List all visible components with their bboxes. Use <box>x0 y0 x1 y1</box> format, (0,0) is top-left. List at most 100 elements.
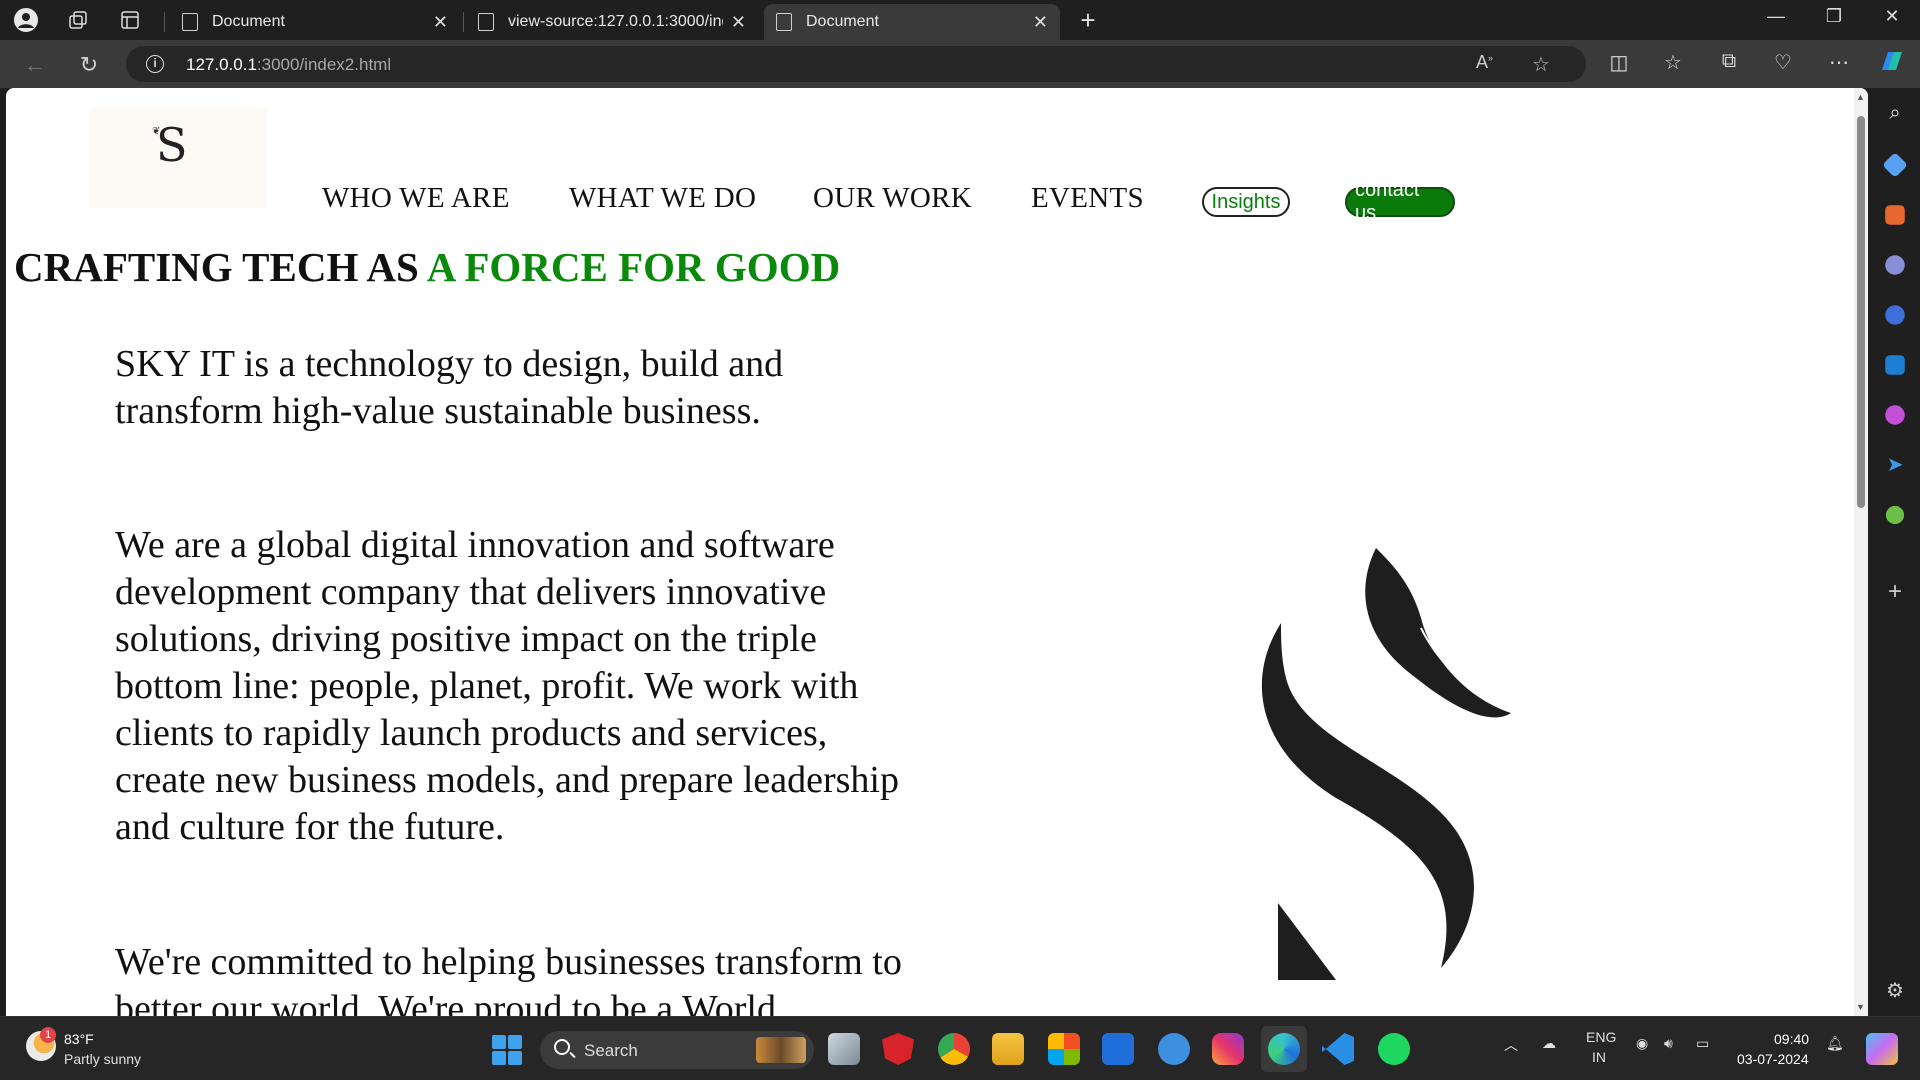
onedrive-icon[interactable]: ☁ <box>1542 1035 1556 1052</box>
workspaces-icon[interactable] <box>64 6 92 34</box>
favorite-star-icon[interactable]: ☆ <box>1532 52 1550 77</box>
notification-bell-icon[interactable]: 🔔︎ <box>1826 1035 1844 1052</box>
page-viewport: S ❦ WHO WE ARE WHAT WE DO OUR WORK EVENT… <box>6 88 1868 1016</box>
scrollbar-thumb[interactable] <box>1857 116 1865 508</box>
tab-document-1[interactable]: Document ✕ <box>170 4 460 40</box>
profile-icon[interactable] <box>12 6 40 34</box>
weather-temperature[interactable]: 83°F <box>64 1031 94 1047</box>
page-icon <box>478 13 494 31</box>
sidebar-settings-icon[interactable]: ⚙ <box>1882 978 1908 1004</box>
site-info-icon[interactable]: i <box>146 55 164 73</box>
logo-letter: S <box>156 118 188 172</box>
scroll-up-arrow-icon[interactable]: ▲ <box>1856 92 1865 102</box>
url-text[interactable]: 127.0.0.1:3000/index2.html <box>186 55 391 75</box>
myhp-icon[interactable] <box>1102 1033 1134 1065</box>
address-bar: ← ↻ i 127.0.0.1:3000/index2.html A» ☆ ◫ … <box>0 40 1920 88</box>
vertical-tabs-icon[interactable] <box>116 6 144 34</box>
commitment-paragraph: We're committed to helping businesses tr… <box>115 941 902 1016</box>
hero-title: CRAFTING TECH AS A FORCE FOR GOOD <box>14 243 840 291</box>
tools-icon[interactable] <box>1885 205 1905 225</box>
volume-icon[interactable]: 🔊︎ <box>1664 1035 1673 1052</box>
microsoft-365-icon[interactable] <box>1885 305 1905 325</box>
send-icon[interactable]: ➤ <box>1882 452 1908 478</box>
page-icon <box>776 13 792 31</box>
designer-icon[interactable] <box>1885 405 1905 425</box>
about-paragraph: We are a global digital innovation and s… <box>115 524 899 848</box>
nav-our-work[interactable]: OUR WORK <box>813 182 972 215</box>
hero-title-green: A FORCE FOR GOOD <box>426 244 841 290</box>
clock-time[interactable]: 09:40 <box>1774 1031 1809 1047</box>
tab-document-active[interactable]: Document ✕ <box>764 4 1060 40</box>
back-icon[interactable]: ← <box>20 50 50 80</box>
url-host: 127.0.0.1 <box>186 55 257 74</box>
hero-title-dark: CRAFTING TECH AS <box>14 244 427 290</box>
refresh-icon[interactable]: ↻ <box>74 50 104 80</box>
tab-strip: Document ✕ view-source:127.0.0.1:3000/in… <box>0 0 1920 40</box>
tab-label: Document <box>212 13 285 30</box>
url-path: :3000/index2.html <box>256 55 392 74</box>
windows-taskbar: 1 83°F Partly sunny Search ︿ ☁ ENG IN ◉ … <box>0 1016 1920 1080</box>
favorites-icon[interactable]: ☆ <box>1658 50 1688 75</box>
weather-description[interactable]: Partly sunny <box>64 1051 141 1067</box>
contact-us-button[interactable]: contact us <box>1345 179 1455 224</box>
close-tab-icon[interactable]: ✕ <box>433 12 448 33</box>
page-icon <box>182 13 198 31</box>
browser-essentials-icon[interactable]: ♡ <box>1768 50 1798 75</box>
collections-icon[interactable]: ⧉ <box>1714 50 1744 73</box>
shopping-tag-icon[interactable] <box>1882 152 1908 178</box>
close-window-icon[interactable]: ✕ <box>1872 6 1912 27</box>
tab-label: Document <box>806 13 879 30</box>
insights-button[interactable]: Insights <box>1202 187 1290 217</box>
chrome-icon[interactable] <box>938 1033 970 1065</box>
brand-s-logo-image <box>1261 548 1511 980</box>
spotify-icon[interactable] <box>1378 1033 1410 1065</box>
file-explorer-icon[interactable] <box>992 1033 1024 1065</box>
search-label: Search <box>584 1041 638 1060</box>
tab-separator <box>463 12 464 32</box>
start-button[interactable] <box>492 1035 522 1065</box>
edge-icon[interactable] <box>1268 1033 1300 1065</box>
nav-events[interactable]: EVENTS <box>1031 182 1144 215</box>
vscode-icon[interactable] <box>1322 1033 1354 1065</box>
new-tab-icon[interactable]: + <box>1074 5 1102 35</box>
mcafee-icon[interactable] <box>882 1033 914 1065</box>
games-icon[interactable] <box>1885 255 1905 275</box>
clock-date[interactable]: 03-07-2024 <box>1737 1051 1809 1067</box>
scroll-down-arrow-icon[interactable]: ▼ <box>1856 1002 1865 1012</box>
instagram-icon[interactable] <box>1212 1033 1244 1065</box>
restore-icon[interactable]: ❐ <box>1814 6 1854 27</box>
language-bottom[interactable]: IN <box>1592 1049 1606 1065</box>
close-tab-icon[interactable]: ✕ <box>1033 12 1048 33</box>
url-field[interactable]: i 127.0.0.1:3000/index2.html A» ☆ <box>126 46 1586 82</box>
taskbar-search[interactable]: Search <box>540 1031 814 1069</box>
outlook-icon[interactable] <box>1885 355 1905 375</box>
wifi-icon[interactable]: ◉ <box>1636 1035 1648 1052</box>
logo-leaf-icon: ❦ <box>152 126 161 137</box>
edge-sidebar: ⌕ ➤ + ⚙ <box>1870 88 1920 1016</box>
search-highlight-icon <box>756 1037 806 1063</box>
split-screen-icon[interactable]: ◫ <box>1604 50 1634 75</box>
add-sidebar-app-icon[interactable]: + <box>1882 578 1908 605</box>
copilot-icon[interactable] <box>1876 46 1906 82</box>
tab-view-source[interactable]: view-source:127.0.0.1:3000/index ✕ <box>466 4 758 40</box>
close-tab-icon[interactable]: ✕ <box>731 12 746 33</box>
help-icon[interactable] <box>1158 1033 1190 1065</box>
minimize-icon[interactable]: — <box>1756 6 1796 27</box>
language-top[interactable]: ENG <box>1586 1029 1616 1045</box>
microsoft-store-icon[interactable] <box>1048 1033 1080 1065</box>
weather-badge: 1 <box>40 1027 56 1043</box>
page-scrollbar[interactable]: ▲ ▼ <box>1854 88 1868 1016</box>
task-view-icon[interactable] <box>828 1033 860 1065</box>
copilot-taskbar-icon[interactable] <box>1866 1033 1898 1065</box>
search-icon[interactable]: ⌕ <box>1882 102 1908 128</box>
intro-paragraph: SKY IT is a technology to design, build … <box>115 343 784 432</box>
nav-who-we-are[interactable]: WHO WE ARE <box>322 182 510 215</box>
show-hidden-icons[interactable]: ︿ <box>1504 1035 1518 1055</box>
tree-icon[interactable] <box>1885 505 1905 525</box>
battery-icon[interactable]: ▭ <box>1696 1035 1709 1052</box>
read-aloud-icon[interactable]: A» <box>1476 52 1493 73</box>
tab-label: view-source:127.0.0.1:3000/index <box>508 13 723 30</box>
nav-what-we-do[interactable]: WHAT WE DO <box>569 182 756 215</box>
more-menu-icon[interactable]: ⋯ <box>1824 50 1854 75</box>
search-icon <box>554 1039 570 1055</box>
